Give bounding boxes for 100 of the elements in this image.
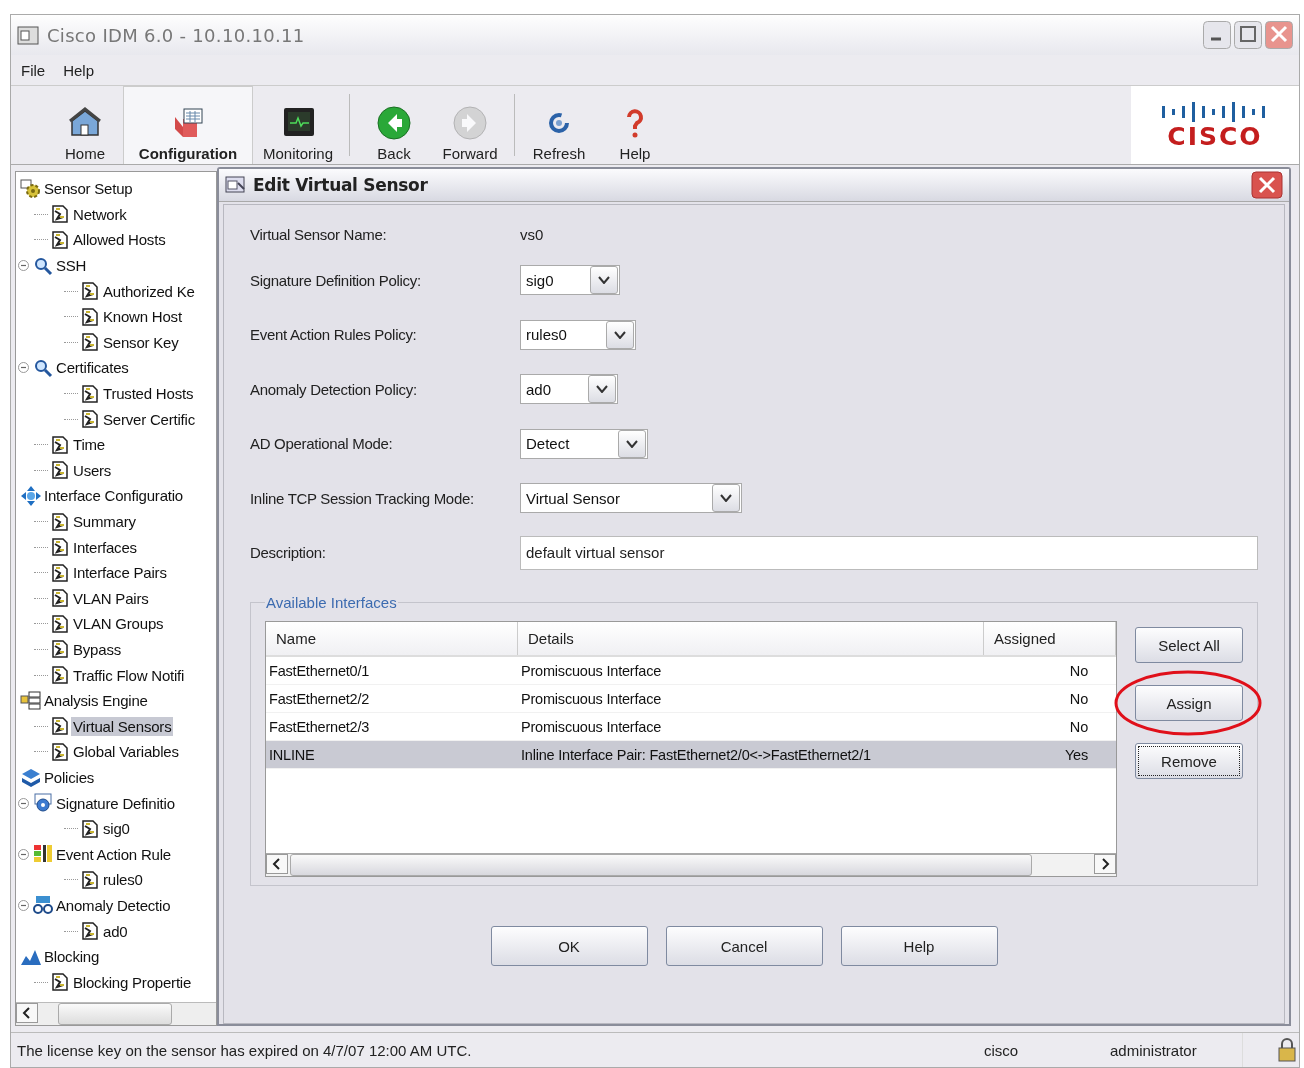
- tree-item[interactable]: Interface Configuratio: [42, 486, 185, 506]
- minimize-icon[interactable]: [1203, 21, 1231, 49]
- dialog-button[interactable]: Cancel: [665, 926, 823, 966]
- action-button[interactable]: Assign: [1135, 685, 1243, 721]
- logo-text: CISCO: [1167, 125, 1263, 149]
- document-icon: [49, 971, 71, 994]
- tree-item[interactable]: Time: [71, 435, 107, 455]
- document-icon: [49, 587, 71, 610]
- tree-item[interactable]: Known Host: [101, 307, 184, 327]
- toolbar-button[interactable]: Help: [597, 86, 674, 164]
- collapse-icon[interactable]: [18, 260, 29, 272]
- tree-item[interactable]: rules0: [101, 870, 145, 890]
- user-name: administrator: [1110, 1041, 1198, 1059]
- column-header[interactable]: Assigned: [984, 622, 1116, 655]
- description-field[interactable]: default virtual sensor: [520, 535, 1258, 570]
- tree-item[interactable]: Blocking: [42, 947, 102, 967]
- tree-item[interactable]: ad0: [101, 921, 130, 941]
- tree-item[interactable]: Virtual Sensors: [71, 716, 174, 736]
- action-button[interactable]: Remove: [1135, 743, 1243, 779]
- tree-item[interactable]: Traffic Flow Notifi: [71, 665, 187, 685]
- tree-item[interactable]: Interface Pairs: [71, 563, 169, 583]
- document-icon: [49, 433, 71, 456]
- document-icon: [79, 817, 101, 840]
- tree-item[interactable]: Signature Definitio: [54, 793, 177, 813]
- table-cell-text: Inline Interface Pair: FastEthernet2/0<->FastEthernet2/1: [520, 745, 872, 765]
- document-icon: [79, 305, 101, 328]
- dialog-button[interactable]: OK: [490, 926, 648, 966]
- stack-icon: [20, 766, 42, 789]
- table-cell-text: Promiscuous Interface: [520, 689, 663, 709]
- field-label: Anomaly Detection Policy:: [250, 380, 418, 398]
- scroll-right-button[interactable]: [1094, 854, 1116, 874]
- tree-item[interactable]: Anomaly Detectio: [54, 895, 173, 915]
- table-row[interactable]: FastEthernet0/1 Promiscuous Interface No: [266, 657, 1116, 685]
- field-value: vs0: [520, 225, 545, 243]
- tree-item[interactable]: Blocking Propertie: [71, 972, 194, 992]
- collapse-icon[interactable]: [18, 797, 29, 809]
- tree-item[interactable]: Sensor Setup: [42, 179, 135, 199]
- dropdown[interactable]: rules0: [520, 319, 636, 350]
- tree-item[interactable]: sig0: [101, 819, 132, 839]
- host-name: cisco: [984, 1041, 1020, 1059]
- table-row[interactable]: INLINE Inline Interface Pair: FastEthernet2/0<->FastEthernet2/1 Yes: [266, 741, 1116, 769]
- document-icon: [79, 920, 101, 942]
- toolbar-button[interactable]: Refresh: [521, 86, 598, 164]
- scrollbar-thumb[interactable]: [58, 1003, 172, 1025]
- tree-item[interactable]: Authorized Ke: [101, 281, 197, 301]
- document-icon: [49, 229, 71, 251]
- tree-item[interactable]: Allowed Hosts: [71, 230, 168, 250]
- field-label: Event Action Rules Policy:: [250, 326, 418, 344]
- dropdown[interactable]: ad0: [520, 374, 618, 405]
- maximize-icon[interactable]: [1234, 21, 1262, 49]
- column-header[interactable]: Name: [266, 622, 518, 655]
- tree-item[interactable]: Interfaces: [71, 537, 139, 557]
- tree-item[interactable]: Users: [71, 460, 114, 480]
- lock-icon: [1275, 1037, 1299, 1063]
- table-row[interactable]: FastEthernet2/2 Promiscuous Interface No: [266, 685, 1116, 713]
- collapse-icon[interactable]: [18, 362, 29, 374]
- table-cell-text: No: [1068, 689, 1089, 709]
- tree-item[interactable]: Sensor Key: [101, 332, 181, 352]
- field-label: Signature Definition Policy:: [250, 271, 422, 289]
- collapse-icon[interactable]: [18, 848, 29, 860]
- tree-item[interactable]: Server Certific: [101, 409, 198, 429]
- tree-item[interactable]: Policies: [42, 767, 97, 787]
- table-cell-text: Promiscuous Interface: [520, 661, 663, 681]
- tree-item[interactable]: Bypass: [71, 640, 123, 659]
- menu-item[interactable]: Help: [63, 61, 95, 79]
- caret-down-icon: [614, 330, 626, 339]
- document-icon: [49, 459, 71, 482]
- tree-item[interactable]: Summary: [71, 512, 138, 531]
- glasses-icon: [32, 894, 54, 917]
- action-button[interactable]: Select All: [1135, 627, 1243, 663]
- dialog-button[interactable]: Help: [840, 926, 998, 966]
- toolbar-button[interactable]: Monitoring: [253, 86, 344, 164]
- scrollbar-thumb[interactable]: [290, 854, 1032, 876]
- menu-item[interactable]: File: [21, 61, 46, 79]
- toolbar-button[interactable]: Home: [47, 86, 123, 164]
- scroll-left-button[interactable]: [16, 1003, 38, 1023]
- tree-item[interactable]: Network: [71, 204, 129, 224]
- document-icon: [49, 203, 71, 226]
- dropdown[interactable]: Detect: [520, 428, 648, 459]
- table-cell-text: No: [1068, 661, 1089, 681]
- server-icon: [20, 689, 42, 712]
- gear-icon: [20, 177, 42, 200]
- scroll-left-button[interactable]: [266, 854, 288, 874]
- table-cell-text: INLINE: [268, 745, 316, 765]
- tree-item[interactable]: Analysis Engine: [42, 691, 150, 711]
- dropdown[interactable]: sig0: [520, 265, 620, 296]
- tree-item[interactable]: SSH: [54, 256, 89, 276]
- tree-item[interactable]: Trusted Hosts: [101, 384, 196, 404]
- toolbar-button[interactable]: Configuration: [123, 86, 253, 164]
- column-header[interactable]: Details: [518, 622, 984, 655]
- tree-item[interactable]: Global Variables: [71, 742, 181, 762]
- tree-item[interactable]: Event Action Rule: [54, 844, 173, 864]
- tree-item[interactable]: VLAN Pairs: [71, 588, 151, 608]
- tree-item[interactable]: Certificates: [54, 358, 131, 378]
- toolbar-button[interactable]: Back: [356, 86, 433, 164]
- collapse-icon[interactable]: [18, 899, 29, 911]
- document-icon: [49, 561, 71, 584]
- close-icon[interactable]: [1251, 171, 1283, 199]
- tree-item[interactable]: VLAN Groups: [71, 614, 166, 634]
- dropdown[interactable]: Virtual Sensor: [520, 483, 742, 514]
